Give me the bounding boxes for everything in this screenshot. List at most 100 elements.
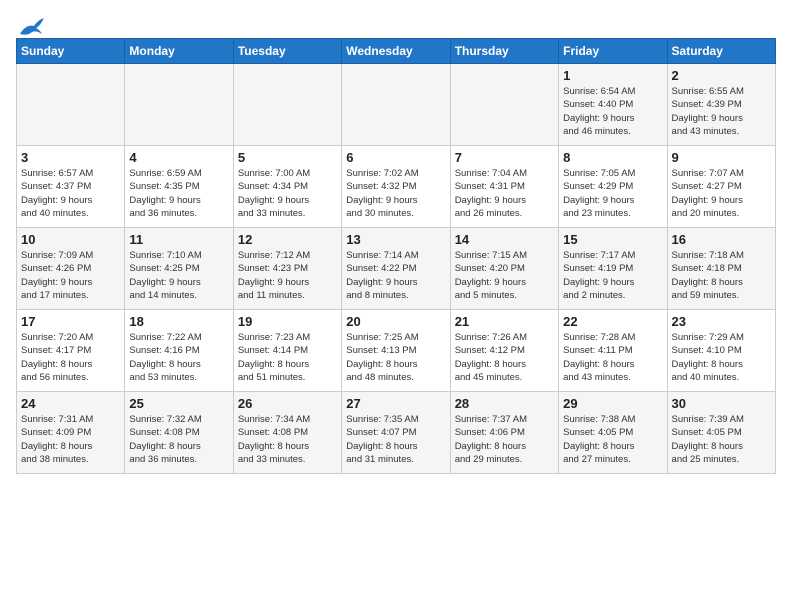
day-number: 25 bbox=[129, 396, 228, 411]
day-detail: Sunrise: 6:59 AM Sunset: 4:35 PM Dayligh… bbox=[129, 167, 228, 220]
calendar-cell: 24 Sunrise: 7:31 AM Sunset: 4:09 PM Dayli… bbox=[17, 392, 125, 474]
calendar-cell: 11 Sunrise: 7:10 AM Sunset: 4:25 PM Dayli… bbox=[125, 228, 233, 310]
day-detail: Sunrise: 7:26 AM Sunset: 4:12 PM Dayligh… bbox=[455, 331, 554, 384]
day-number: 4 bbox=[129, 150, 228, 165]
day-detail: Sunrise: 7:29 AM Sunset: 4:10 PM Dayligh… bbox=[672, 331, 771, 384]
day-detail: Sunrise: 7:34 AM Sunset: 4:08 PM Dayligh… bbox=[238, 413, 337, 466]
calendar-cell: 5 Sunrise: 7:00 AM Sunset: 4:34 PM Daylig… bbox=[233, 146, 341, 228]
calendar-cell: 26 Sunrise: 7:34 AM Sunset: 4:08 PM Dayli… bbox=[233, 392, 341, 474]
day-detail: Sunrise: 7:02 AM Sunset: 4:32 PM Dayligh… bbox=[346, 167, 445, 220]
day-detail: Sunrise: 7:25 AM Sunset: 4:13 PM Dayligh… bbox=[346, 331, 445, 384]
day-number: 16 bbox=[672, 232, 771, 247]
calendar-body: 1 Sunrise: 6:54 AM Sunset: 4:40 PM Daylig… bbox=[17, 64, 776, 474]
day-detail: Sunrise: 7:22 AM Sunset: 4:16 PM Dayligh… bbox=[129, 331, 228, 384]
calendar-row: 24 Sunrise: 7:31 AM Sunset: 4:09 PM Dayli… bbox=[17, 392, 776, 474]
day-number: 20 bbox=[346, 314, 445, 329]
calendar-cell: 15 Sunrise: 7:17 AM Sunset: 4:19 PM Dayli… bbox=[559, 228, 667, 310]
col-header-sunday: Sunday bbox=[17, 39, 125, 64]
day-detail: Sunrise: 7:32 AM Sunset: 4:08 PM Dayligh… bbox=[129, 413, 228, 466]
day-detail: Sunrise: 7:14 AM Sunset: 4:22 PM Dayligh… bbox=[346, 249, 445, 302]
day-number: 12 bbox=[238, 232, 337, 247]
calendar-row: 3 Sunrise: 6:57 AM Sunset: 4:37 PM Daylig… bbox=[17, 146, 776, 228]
day-number: 15 bbox=[563, 232, 662, 247]
calendar-cell: 4 Sunrise: 6:59 AM Sunset: 4:35 PM Daylig… bbox=[125, 146, 233, 228]
day-number: 22 bbox=[563, 314, 662, 329]
col-header-tuesday: Tuesday bbox=[233, 39, 341, 64]
calendar-cell: 3 Sunrise: 6:57 AM Sunset: 4:37 PM Daylig… bbox=[17, 146, 125, 228]
day-detail: Sunrise: 7:31 AM Sunset: 4:09 PM Dayligh… bbox=[21, 413, 120, 466]
col-header-thursday: Thursday bbox=[450, 39, 558, 64]
day-number: 7 bbox=[455, 150, 554, 165]
col-header-saturday: Saturday bbox=[667, 39, 775, 64]
day-number: 5 bbox=[238, 150, 337, 165]
day-number: 14 bbox=[455, 232, 554, 247]
day-number: 3 bbox=[21, 150, 120, 165]
day-number: 8 bbox=[563, 150, 662, 165]
day-number: 30 bbox=[672, 396, 771, 411]
calendar-cell: 2 Sunrise: 6:55 AM Sunset: 4:39 PM Daylig… bbox=[667, 64, 775, 146]
calendar-cell: 28 Sunrise: 7:37 AM Sunset: 4:06 PM Dayli… bbox=[450, 392, 558, 474]
page: SundayMondayTuesdayWednesdayThursdayFrid… bbox=[0, 0, 792, 484]
day-number: 28 bbox=[455, 396, 554, 411]
calendar-cell: 1 Sunrise: 6:54 AM Sunset: 4:40 PM Daylig… bbox=[559, 64, 667, 146]
day-detail: Sunrise: 6:54 AM Sunset: 4:40 PM Dayligh… bbox=[563, 85, 662, 138]
day-detail: Sunrise: 7:23 AM Sunset: 4:14 PM Dayligh… bbox=[238, 331, 337, 384]
day-number: 21 bbox=[455, 314, 554, 329]
day-number: 23 bbox=[672, 314, 771, 329]
logo bbox=[16, 16, 46, 34]
calendar-cell: 21 Sunrise: 7:26 AM Sunset: 4:12 PM Dayli… bbox=[450, 310, 558, 392]
calendar-cell: 18 Sunrise: 7:22 AM Sunset: 4:16 PM Dayli… bbox=[125, 310, 233, 392]
day-number: 1 bbox=[563, 68, 662, 83]
calendar-cell: 17 Sunrise: 7:20 AM Sunset: 4:17 PM Dayli… bbox=[17, 310, 125, 392]
day-detail: Sunrise: 7:10 AM Sunset: 4:25 PM Dayligh… bbox=[129, 249, 228, 302]
day-number: 17 bbox=[21, 314, 120, 329]
calendar-cell: 8 Sunrise: 7:05 AM Sunset: 4:29 PM Daylig… bbox=[559, 146, 667, 228]
day-number: 24 bbox=[21, 396, 120, 411]
calendar-cell: 10 Sunrise: 7:09 AM Sunset: 4:26 PM Dayli… bbox=[17, 228, 125, 310]
calendar-cell: 7 Sunrise: 7:04 AM Sunset: 4:31 PM Daylig… bbox=[450, 146, 558, 228]
calendar-cell: 23 Sunrise: 7:29 AM Sunset: 4:10 PM Dayli… bbox=[667, 310, 775, 392]
calendar-cell: 6Sunrise: 7:02 AM Sunset: 4:32 PM Daylig… bbox=[342, 146, 450, 228]
day-detail: Sunrise: 7:17 AM Sunset: 4:19 PM Dayligh… bbox=[563, 249, 662, 302]
calendar-row: 10 Sunrise: 7:09 AM Sunset: 4:26 PM Dayli… bbox=[17, 228, 776, 310]
day-detail: Sunrise: 7:38 AM Sunset: 4:05 PM Dayligh… bbox=[563, 413, 662, 466]
day-detail: Sunrise: 7:15 AM Sunset: 4:20 PM Dayligh… bbox=[455, 249, 554, 302]
logo-bird-icon bbox=[18, 16, 46, 38]
calendar-cell bbox=[450, 64, 558, 146]
day-detail: Sunrise: 7:09 AM Sunset: 4:26 PM Dayligh… bbox=[21, 249, 120, 302]
day-number: 2 bbox=[672, 68, 771, 83]
calendar-row: 17 Sunrise: 7:20 AM Sunset: 4:17 PM Dayli… bbox=[17, 310, 776, 392]
day-detail: Sunrise: 7:20 AM Sunset: 4:17 PM Dayligh… bbox=[21, 331, 120, 384]
day-detail: Sunrise: 7:37 AM Sunset: 4:06 PM Dayligh… bbox=[455, 413, 554, 466]
calendar-cell: 25 Sunrise: 7:32 AM Sunset: 4:08 PM Dayli… bbox=[125, 392, 233, 474]
calendar-cell: 30Sunrise: 7:39 AM Sunset: 4:05 PM Dayli… bbox=[667, 392, 775, 474]
day-detail: Sunrise: 7:05 AM Sunset: 4:29 PM Dayligh… bbox=[563, 167, 662, 220]
calendar-cell: 12 Sunrise: 7:12 AM Sunset: 4:23 PM Dayli… bbox=[233, 228, 341, 310]
day-number: 29 bbox=[563, 396, 662, 411]
day-number: 10 bbox=[21, 232, 120, 247]
day-number: 9 bbox=[672, 150, 771, 165]
day-number: 11 bbox=[129, 232, 228, 247]
calendar-cell: 14 Sunrise: 7:15 AM Sunset: 4:20 PM Dayli… bbox=[450, 228, 558, 310]
day-number: 27 bbox=[346, 396, 445, 411]
day-number: 19 bbox=[238, 314, 337, 329]
calendar-cell: 20 Sunrise: 7:25 AM Sunset: 4:13 PM Dayli… bbox=[342, 310, 450, 392]
calendar-table: SundayMondayTuesdayWednesdayThursdayFrid… bbox=[16, 38, 776, 474]
day-detail: Sunrise: 7:04 AM Sunset: 4:31 PM Dayligh… bbox=[455, 167, 554, 220]
calendar-cell: 19 Sunrise: 7:23 AM Sunset: 4:14 PM Dayli… bbox=[233, 310, 341, 392]
day-detail: Sunrise: 7:07 AM Sunset: 4:27 PM Dayligh… bbox=[672, 167, 771, 220]
day-detail: Sunrise: 7:28 AM Sunset: 4:11 PM Dayligh… bbox=[563, 331, 662, 384]
day-detail: Sunrise: 7:00 AM Sunset: 4:34 PM Dayligh… bbox=[238, 167, 337, 220]
day-number: 18 bbox=[129, 314, 228, 329]
day-detail: Sunrise: 7:18 AM Sunset: 4:18 PM Dayligh… bbox=[672, 249, 771, 302]
col-header-wednesday: Wednesday bbox=[342, 39, 450, 64]
calendar-cell bbox=[125, 64, 233, 146]
day-detail: Sunrise: 6:55 AM Sunset: 4:39 PM Dayligh… bbox=[672, 85, 771, 138]
calendar-cell bbox=[17, 64, 125, 146]
day-detail: Sunrise: 7:12 AM Sunset: 4:23 PM Dayligh… bbox=[238, 249, 337, 302]
header bbox=[16, 16, 776, 34]
day-detail: Sunrise: 6:57 AM Sunset: 4:37 PM Dayligh… bbox=[21, 167, 120, 220]
day-number: 26 bbox=[238, 396, 337, 411]
calendar-cell: 13Sunrise: 7:14 AM Sunset: 4:22 PM Dayli… bbox=[342, 228, 450, 310]
calendar-cell: 9 Sunrise: 7:07 AM Sunset: 4:27 PM Daylig… bbox=[667, 146, 775, 228]
